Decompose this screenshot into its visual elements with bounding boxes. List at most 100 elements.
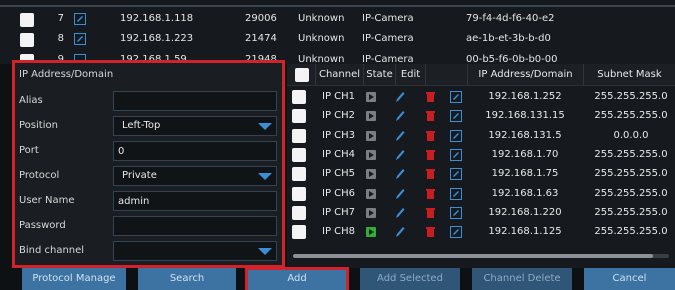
channel-mask: 255.255.255.0 bbox=[594, 91, 668, 102]
edit-note-icon[interactable] bbox=[450, 110, 462, 123]
pencil-icon[interactable] bbox=[395, 207, 405, 219]
play-icon[interactable] bbox=[366, 188, 376, 199]
trash-icon[interactable] bbox=[426, 91, 435, 103]
row-checkbox[interactable] bbox=[20, 13, 34, 27]
row-checkbox[interactable] bbox=[292, 167, 306, 182]
chevron-down-icon[interactable] bbox=[258, 248, 272, 255]
channel-row[interactable]: IP CH4 192.168.1.70 255.255.255.0 bbox=[287, 146, 675, 165]
password-input[interactable] bbox=[113, 216, 277, 236]
channel-row[interactable]: IP CH2 192.168.131.15 255.255.255.0 bbox=[287, 107, 675, 126]
pencil-icon[interactable] bbox=[395, 149, 405, 161]
port-label: Port bbox=[19, 145, 39, 156]
bind-channel-select[interactable] bbox=[113, 241, 277, 261]
trash-icon[interactable] bbox=[426, 207, 435, 219]
edit-note-icon[interactable] bbox=[450, 148, 462, 161]
scroll-thumb[interactable] bbox=[293, 254, 653, 258]
channel-mask: 255.255.255.0 bbox=[594, 226, 668, 238]
row-checkbox[interactable] bbox=[20, 33, 34, 47]
play-icon[interactable] bbox=[366, 207, 376, 218]
row-mac: ae-1b-et-3b-b-d0 bbox=[466, 33, 551, 44]
port-row: Port bbox=[15, 141, 282, 163]
cancel-button[interactable]: Cancel bbox=[584, 268, 675, 290]
edit-note-icon[interactable] bbox=[450, 91, 462, 103]
trash-icon[interactable] bbox=[426, 226, 435, 238]
play-icon[interactable] bbox=[366, 149, 376, 160]
channel-mask: 255.255.255.0 bbox=[594, 206, 668, 218]
pencil-icon[interactable] bbox=[395, 110, 405, 122]
row-ip: 192.168.1.223 bbox=[120, 33, 194, 44]
play-icon[interactable] bbox=[366, 111, 376, 122]
header-blank bbox=[425, 64, 467, 86]
device-row[interactable]: 7 192.168.1.118 29006 Unknown IP-Camera … bbox=[0, 10, 675, 30]
select-all-checkbox[interactable] bbox=[295, 68, 309, 82]
play-icon[interactable] bbox=[366, 227, 376, 238]
horizontal-scrollbar[interactable] bbox=[293, 254, 669, 258]
row-checkbox[interactable] bbox=[292, 205, 306, 220]
row-checkbox[interactable] bbox=[292, 186, 306, 201]
add-highlight-box bbox=[245, 267, 349, 290]
channel-ip: 192.168.131.15 bbox=[485, 110, 565, 122]
row-checkbox[interactable] bbox=[292, 128, 306, 143]
edit-icon[interactable] bbox=[74, 13, 86, 25]
channel-row[interactable]: IP CH3 192.168.131.5 0.0.0.0 bbox=[287, 127, 675, 146]
row-model: Unknown bbox=[298, 54, 345, 64]
pencil-icon[interactable] bbox=[395, 168, 405, 180]
channel-row[interactable]: IP CH1 192.168.1.252 255.255.255.0 bbox=[287, 88, 675, 107]
bind-channel-row: Bind channel bbox=[15, 241, 282, 263]
pencil-icon[interactable] bbox=[395, 226, 405, 238]
chevron-down-icon[interactable] bbox=[258, 173, 272, 180]
alias-label: Alias bbox=[19, 95, 43, 106]
channel-row[interactable]: IP CH8 192.168.1.125 255.255.255.0 bbox=[287, 223, 675, 242]
pencil-icon[interactable] bbox=[395, 130, 405, 142]
header-ip: IP Address/Domain bbox=[467, 64, 583, 86]
edit-note-icon[interactable] bbox=[450, 129, 462, 142]
alias-input[interactable] bbox=[113, 91, 277, 111]
play-icon[interactable] bbox=[366, 130, 376, 141]
channel-row[interactable]: IP CH5 192.168.1.75 255.255.255.0 bbox=[287, 165, 675, 184]
row-model: Unknown bbox=[298, 33, 345, 44]
edit-note-icon[interactable] bbox=[450, 206, 462, 219]
channel-ip: 192.168.1.220 bbox=[488, 206, 562, 218]
channel-mask: 0.0.0.0 bbox=[613, 129, 649, 141]
username-input[interactable] bbox=[113, 191, 277, 211]
channel-mask: 255.255.255.0 bbox=[594, 148, 668, 160]
channel-delete-button[interactable]: Channel Delete bbox=[472, 268, 572, 290]
row-checkbox[interactable] bbox=[292, 90, 306, 104]
trash-icon[interactable] bbox=[426, 188, 435, 200]
channel-row[interactable]: IP CH6 192.168.1.63 255.255.255.0 bbox=[287, 185, 675, 204]
trash-icon[interactable] bbox=[426, 130, 435, 142]
channel-row[interactable]: IP CH7 192.168.1.220 255.255.255.0 bbox=[287, 204, 675, 223]
edit-icon[interactable] bbox=[74, 33, 86, 45]
port-input[interactable] bbox=[113, 141, 277, 161]
trash-icon[interactable] bbox=[426, 168, 435, 180]
username-label: User Name bbox=[19, 195, 75, 206]
row-checkbox[interactable] bbox=[292, 225, 306, 240]
trash-icon[interactable] bbox=[426, 110, 435, 122]
search-button[interactable]: Search bbox=[138, 268, 236, 290]
row-type: IP-Camera bbox=[362, 33, 414, 44]
channel-name: IP CH7 bbox=[322, 206, 356, 218]
protocol-manage-button[interactable]: Protocol Manage bbox=[22, 268, 126, 290]
chevron-down-icon[interactable] bbox=[258, 123, 272, 130]
protocol-select[interactable]: Private bbox=[113, 166, 277, 186]
channel-ip: 192.168.1.70 bbox=[491, 148, 559, 160]
edit-note-icon[interactable] bbox=[450, 187, 462, 200]
channel-ip: 192.168.1.63 bbox=[491, 187, 559, 199]
edit-note-icon[interactable] bbox=[450, 168, 462, 181]
play-icon[interactable] bbox=[366, 169, 376, 180]
channel-name: IP CH1 bbox=[322, 91, 356, 102]
position-select[interactable]: Left-Top bbox=[113, 116, 277, 136]
pencil-icon[interactable] bbox=[395, 91, 405, 103]
channel-ip: 192.168.1.125 bbox=[488, 226, 562, 238]
add-selected-button[interactable]: Add Selected bbox=[360, 268, 460, 290]
position-value: Left-Top bbox=[122, 120, 161, 131]
row-checkbox[interactable] bbox=[292, 109, 306, 124]
edit-note-icon[interactable] bbox=[450, 226, 462, 239]
trash-icon[interactable] bbox=[426, 149, 435, 161]
pencil-icon[interactable] bbox=[395, 188, 405, 200]
add-device-form: IP Address/Domain Alias Position Left-To… bbox=[12, 60, 285, 268]
device-row[interactable]: 8 192.168.1.223 21474 Unknown IP-Camera … bbox=[0, 30, 675, 50]
channel-name: IP CH3 bbox=[322, 129, 356, 141]
play-icon[interactable] bbox=[366, 92, 376, 102]
row-checkbox[interactable] bbox=[292, 147, 306, 162]
